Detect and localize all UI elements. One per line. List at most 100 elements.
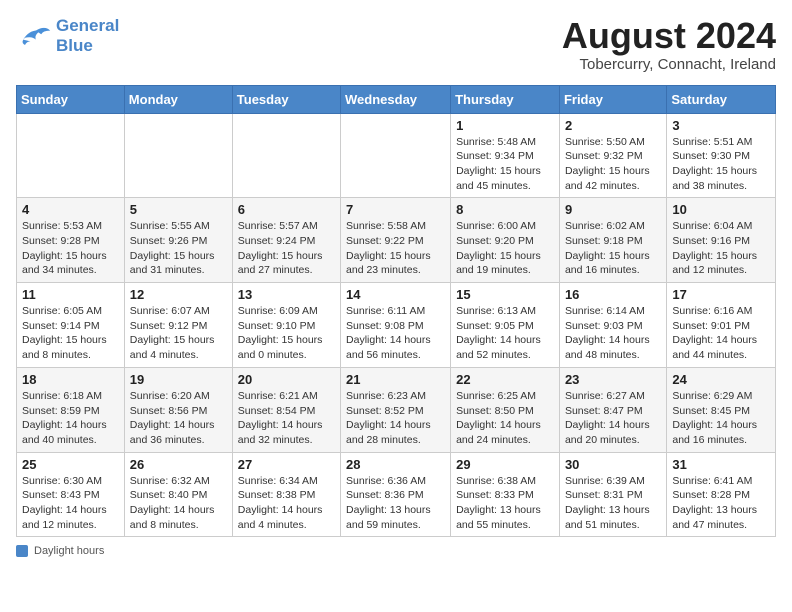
day-info: Sunrise: 6:39 AMSunset: 8:31 PMDaylight:… — [565, 474, 661, 533]
day-number: 13 — [238, 287, 335, 302]
day-cell — [341, 113, 451, 198]
day-cell: 29 Sunrise: 6:38 AMSunset: 8:33 PMDayligh… — [451, 452, 560, 537]
day-info: Sunrise: 6:04 AMSunset: 9:16 PMDaylight:… — [672, 219, 770, 278]
day-info: Sunrise: 6:05 AMSunset: 9:14 PMDaylight:… — [22, 304, 119, 363]
col-wednesday: Wednesday — [341, 85, 451, 113]
day-cell: 6 Sunrise: 5:57 AMSunset: 9:24 PMDaylight… — [232, 198, 340, 283]
day-number: 8 — [456, 202, 554, 217]
footer-label: Daylight hours — [34, 545, 104, 557]
day-cell: 1Sunrise: 5:48 AMSunset: 9:34 PMDaylight… — [451, 113, 560, 198]
day-number: 17 — [672, 287, 770, 302]
day-cell: 20 Sunrise: 6:21 AMSunset: 8:54 PMDayligh… — [232, 367, 340, 452]
col-sunday: Sunday — [17, 85, 125, 113]
week-row-4: 18Sunrise: 6:18 AMSunset: 8:59 PMDayligh… — [17, 367, 776, 452]
logo-text: General Blue — [56, 16, 119, 56]
day-number: 25 — [22, 457, 119, 472]
day-number: 6 — [238, 202, 335, 217]
day-cell: 3Sunrise: 5:51 AMSunset: 9:30 PMDaylight… — [667, 113, 776, 198]
day-number: 23 — [565, 372, 661, 387]
day-info: Sunrise: 6:20 AMSunset: 8:56 PMDaylight:… — [130, 389, 227, 448]
calendar-header: SundayMondayTuesdayWednesdayThursdayFrid… — [17, 85, 776, 113]
col-tuesday: Tuesday — [232, 85, 340, 113]
day-info: Sunrise: 5:58 AMSunset: 9:22 PMDaylight:… — [346, 219, 445, 278]
day-cell: 23Sunrise: 6:27 AMSunset: 8:47 PMDayligh… — [559, 367, 666, 452]
day-info: Sunrise: 6:14 AMSunset: 9:03 PMDaylight:… — [565, 304, 661, 363]
day-number: 27 — [238, 457, 335, 472]
day-number: 18 — [22, 372, 119, 387]
day-cell: 2Sunrise: 5:50 AMSunset: 9:32 PMDaylight… — [559, 113, 666, 198]
day-cell: 15 Sunrise: 6:13 AMSunset: 9:05 PMDayligh… — [451, 283, 560, 368]
day-info: Sunrise: 6:23 AMSunset: 8:52 PMDaylight:… — [346, 389, 445, 448]
day-cell: 21 Sunrise: 6:23 AMSunset: 8:52 PMDayligh… — [341, 367, 451, 452]
day-info: Sunrise: 6:21 AMSunset: 8:54 PMDaylight:… — [238, 389, 335, 448]
day-info: Sunrise: 6:30 AMSunset: 8:43 PMDaylight:… — [22, 474, 119, 533]
day-number: 10 — [672, 202, 770, 217]
day-number: 11 — [22, 287, 119, 302]
day-info: Sunrise: 6:13 AMSunset: 9:05 PMDaylight:… — [456, 304, 554, 363]
day-number: 15 — [456, 287, 554, 302]
header-row: SundayMondayTuesdayWednesdayThursdayFrid… — [17, 85, 776, 113]
day-info: Sunrise: 6:36 AMSunset: 8:36 PMDaylight:… — [346, 474, 445, 533]
day-cell — [232, 113, 340, 198]
day-info: Sunrise: 5:57 AMSunset: 9:24 PMDaylight:… — [238, 219, 335, 278]
calendar-table: SundayMondayTuesdayWednesdayThursdayFrid… — [16, 85, 776, 538]
day-number: 28 — [346, 457, 445, 472]
day-cell: 25 Sunrise: 6:30 AMSunset: 8:43 PMDayligh… — [17, 452, 125, 537]
day-info: Sunrise: 6:11 AMSunset: 9:08 PMDaylight:… — [346, 304, 445, 363]
day-info: Sunrise: 5:53 AMSunset: 9:28 PMDaylight:… — [22, 219, 119, 278]
day-info: Sunrise: 6:09 AMSunset: 9:10 PMDaylight:… — [238, 304, 335, 363]
day-info: Sunrise: 6:34 AMSunset: 8:38 PMDaylight:… — [238, 474, 335, 533]
day-number: 20 — [238, 372, 335, 387]
day-number: 30 — [565, 457, 661, 472]
day-cell: 12Sunrise: 6:07 AMSunset: 9:12 PMDayligh… — [124, 283, 232, 368]
col-saturday: Saturday — [667, 85, 776, 113]
day-number: 5 — [130, 202, 227, 217]
day-info: Sunrise: 6:41 AMSunset: 8:28 PMDaylight:… — [672, 474, 770, 533]
day-info: Sunrise: 6:25 AMSunset: 8:50 PMDaylight:… — [456, 389, 554, 448]
daylight-icon — [16, 545, 28, 557]
day-cell: 18Sunrise: 6:18 AMSunset: 8:59 PMDayligh… — [17, 367, 125, 452]
day-cell — [124, 113, 232, 198]
day-cell: 26 Sunrise: 6:32 AMSunset: 8:40 PMDayligh… — [124, 452, 232, 537]
day-cell: 8 Sunrise: 6:00 AMSunset: 9:20 PMDaylight… — [451, 198, 560, 283]
day-cell: 17 Sunrise: 6:16 AMSunset: 9:01 PMDayligh… — [667, 283, 776, 368]
week-row-2: 4 Sunrise: 5:53 AMSunset: 9:28 PMDaylight… — [17, 198, 776, 283]
day-info: Sunrise: 6:16 AMSunset: 9:01 PMDaylight:… — [672, 304, 770, 363]
day-cell: 22 Sunrise: 6:25 AMSunset: 8:50 PMDayligh… — [451, 367, 560, 452]
day-number: 26 — [130, 457, 227, 472]
day-number: 21 — [346, 372, 445, 387]
day-cell: 10 Sunrise: 6:04 AMSunset: 9:16 PMDayligh… — [667, 198, 776, 283]
logo: General Blue — [16, 16, 119, 56]
week-row-1: 1Sunrise: 5:48 AMSunset: 9:34 PMDaylight… — [17, 113, 776, 198]
day-info: Sunrise: 5:50 AMSunset: 9:32 PMDaylight:… — [565, 135, 661, 194]
col-friday: Friday — [559, 85, 666, 113]
day-info: Sunrise: 5:55 AMSunset: 9:26 PMDaylight:… — [130, 219, 227, 278]
day-number: 7 — [346, 202, 445, 217]
col-thursday: Thursday — [451, 85, 560, 113]
week-row-5: 25 Sunrise: 6:30 AMSunset: 8:43 PMDayligh… — [17, 452, 776, 537]
day-cell: 5 Sunrise: 5:55 AMSunset: 9:26 PMDaylight… — [124, 198, 232, 283]
week-row-3: 11 Sunrise: 6:05 AMSunset: 9:14 PMDayligh… — [17, 283, 776, 368]
day-number: 22 — [456, 372, 554, 387]
day-cell: 4 Sunrise: 5:53 AMSunset: 9:28 PMDaylight… — [17, 198, 125, 283]
day-cell: 11 Sunrise: 6:05 AMSunset: 9:14 PMDayligh… — [17, 283, 125, 368]
month-title: August 2024 — [562, 16, 776, 56]
location: Tobercurry, Connacht, Ireland — [562, 56, 776, 73]
footer: Daylight hours — [16, 545, 776, 557]
day-cell: 16Sunrise: 6:14 AMSunset: 9:03 PMDayligh… — [559, 283, 666, 368]
day-number: 29 — [456, 457, 554, 472]
day-cell: 19Sunrise: 6:20 AMSunset: 8:56 PMDayligh… — [124, 367, 232, 452]
day-number: 4 — [22, 202, 119, 217]
day-number: 24 — [672, 372, 770, 387]
day-cell: 13 Sunrise: 6:09 AMSunset: 9:10 PMDayligh… — [232, 283, 340, 368]
day-cell: 30 Sunrise: 6:39 AMSunset: 8:31 PMDayligh… — [559, 452, 666, 537]
day-info: Sunrise: 6:00 AMSunset: 9:20 PMDaylight:… — [456, 219, 554, 278]
day-info: Sunrise: 6:32 AMSunset: 8:40 PMDaylight:… — [130, 474, 227, 533]
day-number: 3 — [672, 118, 770, 133]
day-cell: 31Sunrise: 6:41 AMSunset: 8:28 PMDayligh… — [667, 452, 776, 537]
day-info: Sunrise: 5:48 AMSunset: 9:34 PMDaylight:… — [456, 135, 554, 194]
calendar-body: 1Sunrise: 5:48 AMSunset: 9:34 PMDaylight… — [17, 113, 776, 537]
day-info: Sunrise: 6:38 AMSunset: 8:33 PMDaylight:… — [456, 474, 554, 533]
title-block: August 2024 Tobercurry, Connacht, Irelan… — [562, 16, 776, 73]
day-info: Sunrise: 6:29 AMSunset: 8:45 PMDaylight:… — [672, 389, 770, 448]
